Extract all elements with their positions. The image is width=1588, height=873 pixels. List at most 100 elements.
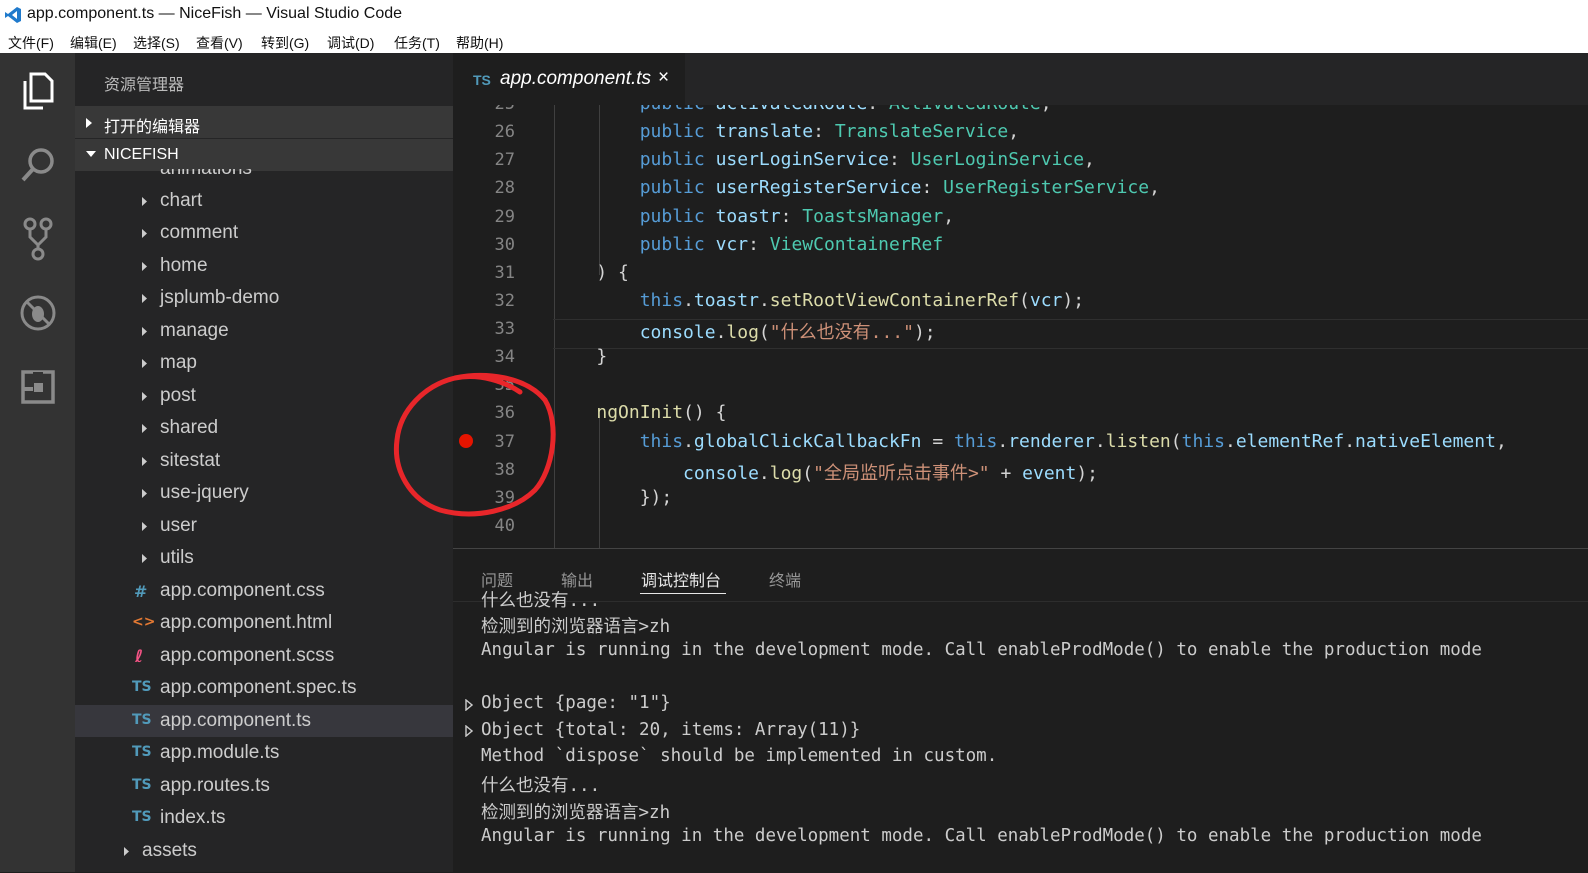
activity-bar [0,53,75,872]
console-object[interactable]: Object {total: 20, items: Array(11)} [481,720,860,740]
file-index-ts[interactable]: TS index.ts [75,802,453,834]
css-file-icon: # [134,582,148,601]
source-control-icon[interactable] [15,216,61,262]
file-label: app.component.scss [160,645,335,666]
code-line: console.log("什么也没有..."); [639,322,936,343]
file-label: app.component.ts [160,710,312,731]
code-editor[interactable]: 25 26 27 28 29 30 31 32 33 34 35 36 37 3… [453,105,1588,548]
active-tab-indicator [640,593,726,594]
chevron-right-icon [142,457,147,466]
console-object[interactable]: Object {page: "1"} [481,693,671,713]
menu-help[interactable]: 帮助(H) [456,33,503,53]
folder-jsplumb-demo[interactable]: jsplumb-demo [75,282,453,314]
folder-label: use-jquery [160,482,249,503]
debug-icon[interactable] [15,290,61,336]
expand-arrow-icon[interactable] [465,725,473,737]
chevron-right-icon [142,554,147,563]
code-line: ) { [553,262,629,283]
folder-label: jsplumb-demo [160,287,280,308]
extensions-icon[interactable] [15,364,61,410]
explorer-icon[interactable] [15,68,61,114]
code-line: console.log("全局监听点击事件>" + event); [683,463,1099,484]
code-line: ngOnInit() { [596,402,727,423]
menu-view[interactable]: 查看(V) [196,33,243,53]
menu-selection[interactable]: 选择(S) [133,33,180,53]
editor-tab-bar: TS app.component.ts × [453,53,1588,105]
line-number: 29 [494,207,515,227]
expand-arrow-icon[interactable] [465,699,473,711]
line-number: 34 [494,347,515,367]
chevron-right-icon [86,118,92,128]
menu-edit[interactable]: 编辑(E) [70,33,117,53]
folder-label: map [160,352,197,373]
ts-file-icon: TS [132,679,152,695]
window-title: app.component.ts — NiceFish — Visual Stu… [27,5,403,22]
tab-debug-console[interactable]: 调试控制台 [641,567,721,591]
file-app-component-css[interactable]: # app.component.css [75,575,453,607]
chevron-right-icon [142,424,147,433]
code-line: public translate: TranslateService, [639,121,1020,142]
html-file-icon: <> [132,614,156,630]
file-label: app.routes.ts [160,775,270,796]
chevron-right-icon [142,392,147,401]
code-line: public vcr: ViewContainerRef [639,234,944,255]
line-number: 30 [494,235,515,255]
console-line: Angular is running in the development mo… [481,640,1482,660]
title-bar: app.component.ts — NiceFish — Visual Stu… [0,0,1588,30]
file-app-module-ts[interactable]: TS app.module.ts [75,737,453,769]
folder-label: post [160,385,196,406]
console-line: 什么也没有... [481,776,601,796]
console-line: Method `dispose` should be implemented i… [481,746,998,766]
folder-label: assets [142,840,197,861]
menu-tasks[interactable]: 任务(T) [394,33,440,53]
annotation-circle [393,373,556,517]
code-line: this.globalClickCallbackFn = this.render… [639,431,1507,452]
code-line: this.toastr.setRootViewContainerRef(vcr)… [639,290,1085,311]
menu-debug[interactable]: 调试(D) [327,33,374,53]
chevron-right-icon [142,327,147,336]
folder-chart[interactable]: chart [75,185,453,217]
folder-utils[interactable]: utils [75,542,453,574]
code-line: public userLoginService: UserLoginServic… [639,149,1095,170]
tab-terminal[interactable]: 终端 [769,567,801,591]
scss-file-icon: ℓ [135,647,144,667]
line-number: 25 [453,105,515,114]
folder-label: sitestat [160,450,221,471]
file-app-routes-ts[interactable]: TS app.routes.ts [75,770,453,802]
file-app-component-html[interactable]: <> app.component.html [75,607,453,639]
console-line: Angular is running in the development mo… [481,826,1482,846]
folder-home[interactable]: home [75,250,453,282]
ts-file-icon: TS [132,712,152,728]
file-label: index.ts [160,807,226,828]
project-section-header: NICEFISH [75,139,453,169]
folder-label: shared [160,417,219,438]
project-label: NICEFISH [104,146,179,163]
line-number: 33 [494,319,515,339]
file-app-component-scss[interactable]: ℓ app.component.scss [75,640,453,672]
file-label: app.module.ts [160,742,280,763]
chevron-right-icon [142,197,147,206]
code-line: } [553,346,608,367]
menu-bar: 文件(F) 编辑(E) 选择(S) 查看(V) 转到(G) 调试(D) 任务(T… [0,30,1588,53]
folder-assets[interactable]: assets [75,835,453,867]
tab-app-component-ts[interactable]: TS app.component.ts × [453,53,685,105]
line-number: 31 [494,263,515,283]
folder-label: user [160,515,197,536]
panel-tabs-divider [453,601,1588,602]
search-icon[interactable] [15,142,61,188]
menu-goto[interactable]: 转到(G) [261,33,309,53]
ts-file-icon: TS [132,809,152,825]
chevron-right-icon [142,489,147,498]
folder-label: utils [160,547,194,568]
file-app-component-spec-ts[interactable]: TS app.component.spec.ts [75,672,453,704]
close-icon[interactable]: × [658,67,669,89]
line-number: 27 [494,150,515,170]
folder-manage[interactable]: manage [75,315,453,347]
file-app-component-ts[interactable]: TS app.component.ts [75,705,453,737]
vscode-logo-icon [5,7,21,23]
menu-file[interactable]: 文件(F) [8,33,54,53]
folder-comment[interactable]: comment [75,217,453,249]
folder-label: chart [160,190,203,211]
open-editors-section[interactable]: 打开的编辑器 [75,106,453,138]
open-editors-label: 打开的编辑器 [104,119,201,136]
